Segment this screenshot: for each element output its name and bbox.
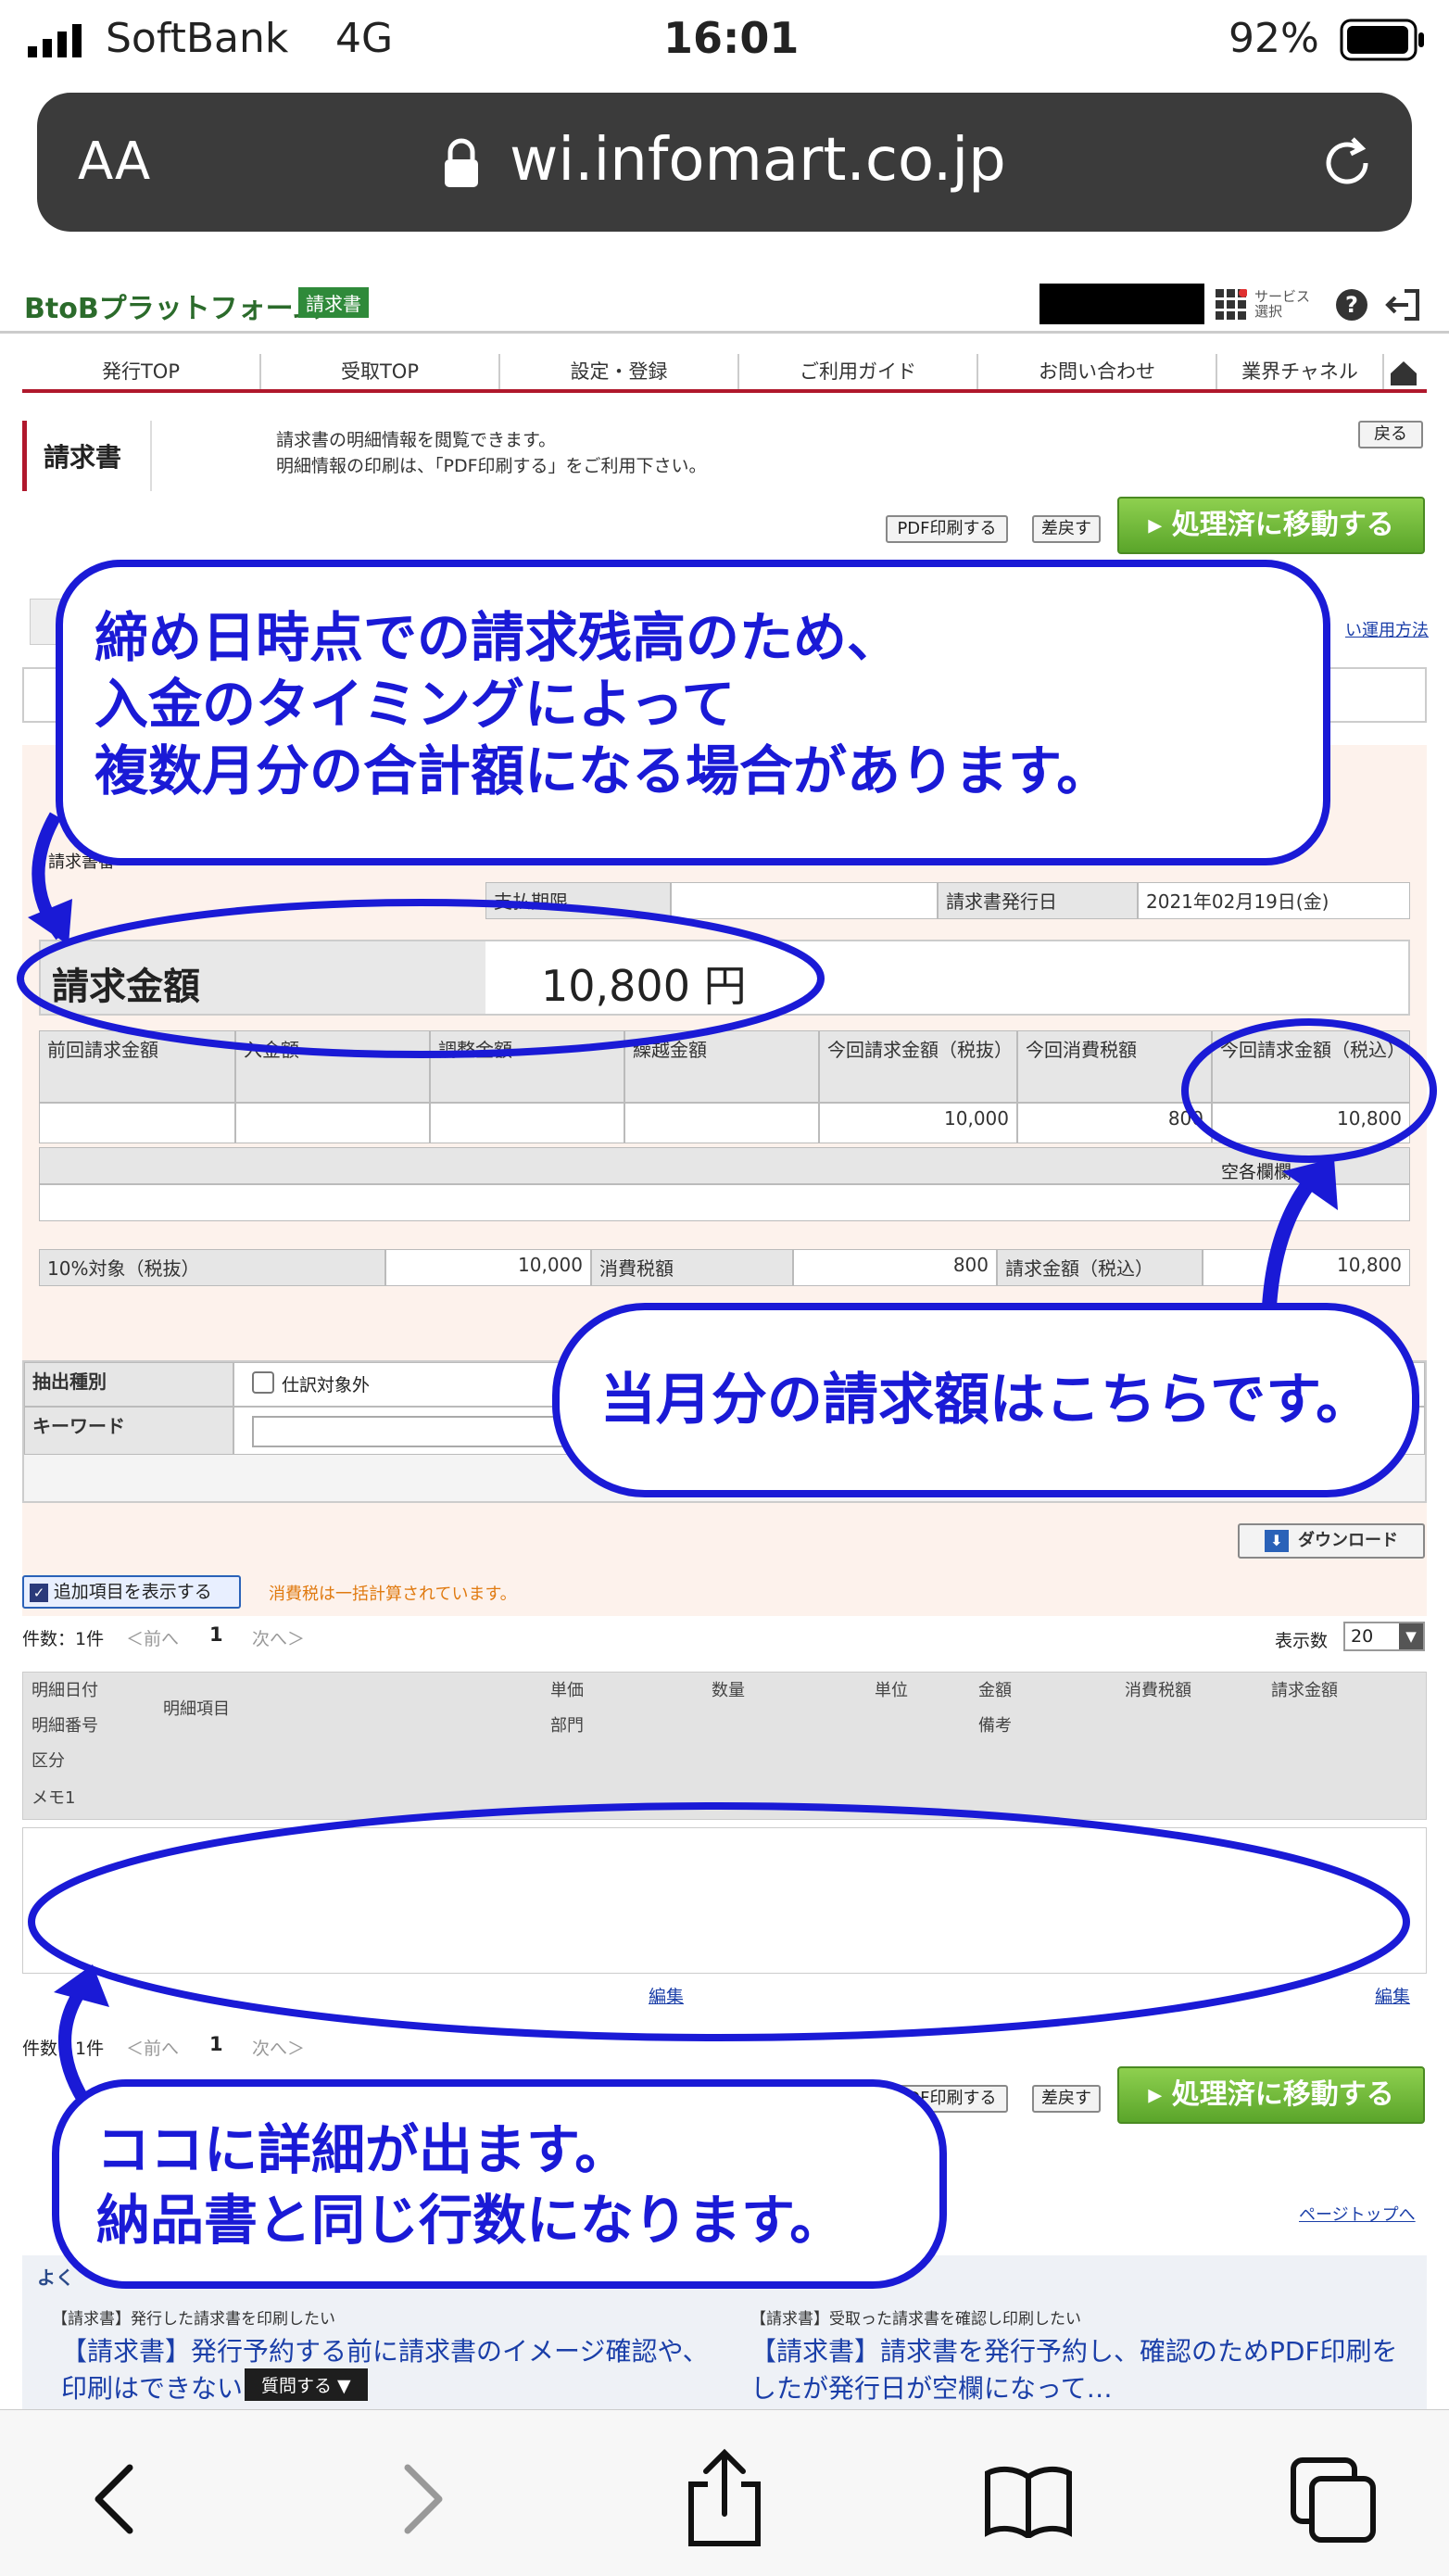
arrow-to-detail — [58, 1982, 90, 2103]
back-arrow-icon[interactable] — [89, 2462, 145, 2536]
detail-highlight-ellipse — [28, 1802, 1410, 2041]
bookmarks-icon[interactable] — [982, 2464, 1075, 2540]
share-icon[interactable] — [680, 2447, 769, 2549]
annotation-overlay — [17, 812, 1437, 2103]
amount-highlight-ellipse — [17, 899, 825, 1058]
browser-toolbar — [0, 2409, 1449, 2576]
forward-arrow-icon[interactable] — [393, 2462, 448, 2536]
arrow-to-total — [1262, 1169, 1322, 1307]
tabs-icon[interactable] — [1288, 2456, 1380, 2545]
total-highlight-ellipse — [1181, 1018, 1437, 1163]
